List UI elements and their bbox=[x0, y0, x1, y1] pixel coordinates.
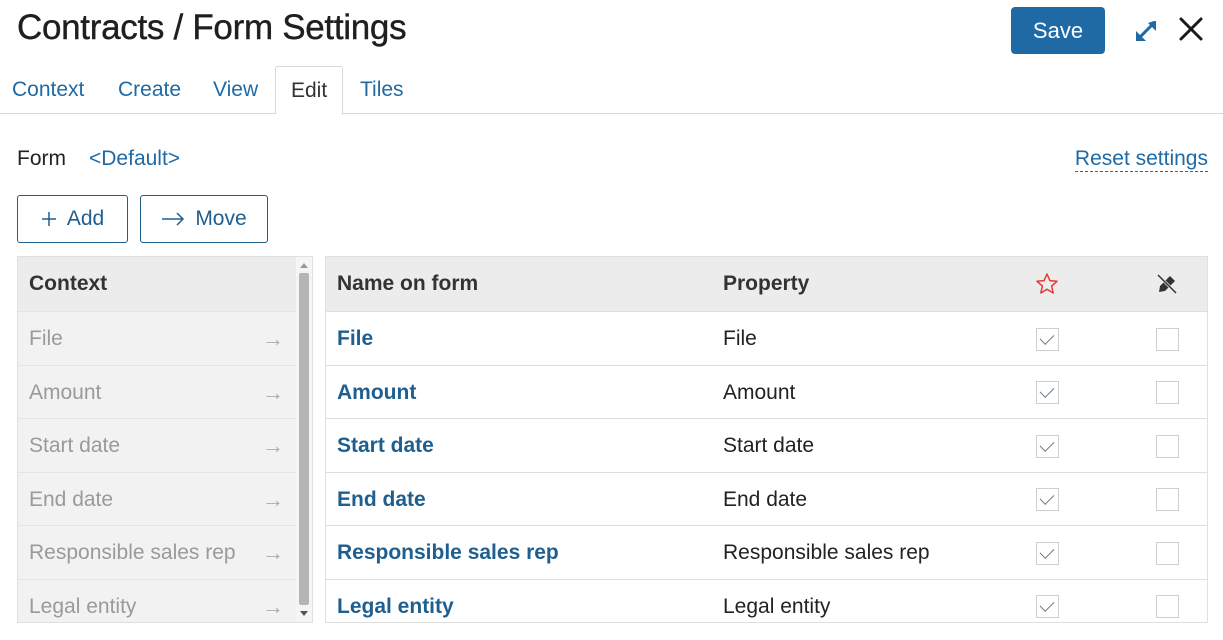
plus-icon bbox=[41, 212, 56, 226]
arrow-right-icon[interactable]: → bbox=[262, 473, 284, 526]
required-checkbox[interactable] bbox=[1035, 327, 1059, 351]
page-title: Contracts / Form Settings bbox=[17, 8, 407, 47]
context-item-label: Amount bbox=[29, 380, 102, 404]
add-button[interactable]: Add bbox=[17, 195, 128, 243]
field-name-link[interactable]: Start date bbox=[337, 419, 434, 473]
field-property: Amount bbox=[723, 380, 796, 404]
table-row: Responsible sales rep Responsible sales … bbox=[326, 525, 1207, 579]
required-checkbox[interactable] bbox=[1035, 595, 1059, 618]
field-property: Responsible sales rep bbox=[723, 541, 930, 564]
readonly-checkbox[interactable] bbox=[1155, 434, 1179, 458]
field-name-link[interactable]: File bbox=[337, 312, 373, 366]
arrow-right-icon[interactable]: → bbox=[262, 419, 284, 472]
table-row: End date End date bbox=[326, 471, 1207, 527]
readonly-checkbox[interactable] bbox=[1155, 488, 1179, 511]
required-checkbox[interactable] bbox=[1035, 488, 1059, 511]
table-row: Amount Amount bbox=[326, 364, 1207, 420]
arrow-right-icon[interactable]: → bbox=[262, 366, 284, 419]
context-item[interactable]: Start date → bbox=[18, 418, 298, 472]
readonly-checkbox[interactable] bbox=[1155, 541, 1179, 565]
required-checkbox[interactable] bbox=[1035, 381, 1059, 404]
scroll-down-icon[interactable] bbox=[300, 611, 308, 616]
form-fields-table: Name on form Property File File Amount A… bbox=[325, 256, 1208, 623]
field-property: File bbox=[723, 327, 757, 350]
context-panel-header: Context bbox=[18, 257, 312, 311]
field-name-link[interactable]: End date bbox=[337, 473, 426, 527]
column-header-name: Name on form bbox=[337, 272, 479, 295]
form-selector[interactable]: <Default> bbox=[89, 147, 180, 171]
context-item-label: File bbox=[29, 327, 63, 350]
field-property: Legal entity bbox=[723, 594, 831, 618]
arrow-right-icon[interactable]: → bbox=[262, 580, 284, 623]
tab-tiles[interactable]: Tiles bbox=[345, 66, 419, 114]
context-panel: Context File → Amount → Start date → End da… bbox=[17, 256, 313, 623]
context-item[interactable]: Legal entity → bbox=[18, 578, 298, 623]
readonly-checkbox[interactable] bbox=[1155, 595, 1179, 618]
tab-view[interactable]: View bbox=[198, 66, 273, 114]
scroll-thumb[interactable] bbox=[299, 273, 309, 605]
field-name-link[interactable]: Responsible sales rep bbox=[337, 526, 559, 580]
context-item-label: Responsible sales rep bbox=[29, 541, 236, 564]
add-button-label: Add bbox=[66, 207, 105, 230]
context-item-label: Legal entity bbox=[29, 594, 137, 618]
context-item-label: Start date bbox=[29, 434, 121, 457]
context-item[interactable]: File → bbox=[18, 311, 298, 365]
required-checkbox[interactable] bbox=[1035, 541, 1059, 565]
star-outline-icon bbox=[1036, 273, 1058, 294]
field-property: Start date bbox=[723, 434, 815, 457]
readonly-checkbox[interactable] bbox=[1155, 381, 1179, 404]
table-header: Name on form Property bbox=[326, 257, 1207, 311]
scroll-up-icon[interactable] bbox=[300, 263, 308, 268]
close-icon[interactable] bbox=[1176, 14, 1206, 44]
column-header-readonly bbox=[1155, 257, 1179, 311]
arrow-right-icon[interactable]: → bbox=[262, 526, 284, 579]
form-label: Form bbox=[17, 147, 66, 170]
table-row: File File bbox=[326, 311, 1207, 365]
tab-context[interactable]: Context bbox=[0, 66, 99, 114]
column-header-required bbox=[1035, 257, 1059, 311]
context-item[interactable]: Amount → bbox=[18, 364, 298, 419]
table-row: Start date Start date bbox=[326, 418, 1207, 472]
field-name-link[interactable]: Amount bbox=[337, 366, 416, 420]
required-checkbox[interactable] bbox=[1035, 434, 1059, 458]
column-header-property: Property bbox=[723, 272, 810, 295]
arrow-right-icon[interactable]: → bbox=[262, 312, 284, 365]
move-button[interactable]: Move bbox=[140, 195, 268, 243]
pencil-off-icon bbox=[1156, 273, 1178, 295]
context-item[interactable]: Responsible sales rep → bbox=[18, 525, 298, 579]
context-scrollbar[interactable] bbox=[296, 257, 312, 622]
field-name-link[interactable]: Legal entity bbox=[337, 580, 454, 623]
reset-settings-link[interactable]: Reset settings bbox=[1074, 147, 1208, 172]
arrow-right-icon bbox=[162, 212, 185, 226]
context-item-label: End date bbox=[29, 487, 114, 511]
field-property: End date bbox=[723, 487, 808, 511]
move-button-label: Move bbox=[195, 207, 247, 230]
tab-create[interactable]: Create bbox=[103, 66, 196, 114]
context-item[interactable]: End date → bbox=[18, 471, 298, 526]
readonly-checkbox[interactable] bbox=[1155, 327, 1179, 351]
table-row: Legal entity Legal entity bbox=[326, 578, 1207, 623]
tab-bar: Context Create View Edit Tiles bbox=[0, 66, 1223, 115]
tab-edit[interactable]: Edit bbox=[275, 66, 344, 115]
save-button[interactable]: Save bbox=[1011, 7, 1105, 54]
expand-icon[interactable] bbox=[1131, 16, 1161, 46]
